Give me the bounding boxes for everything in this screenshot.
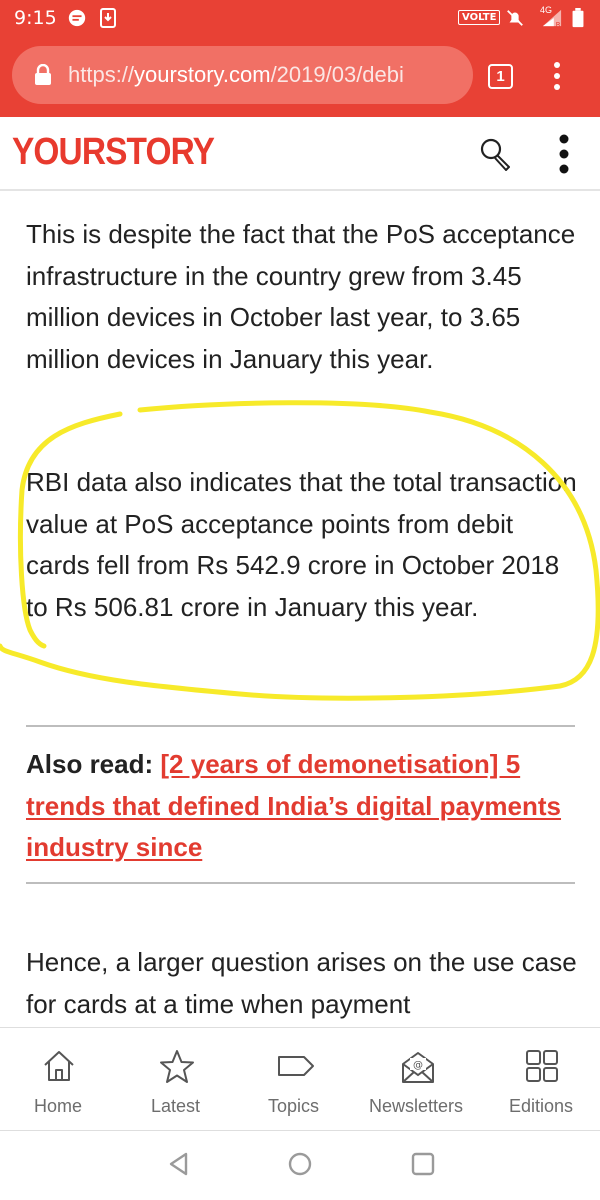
lock-icon xyxy=(35,64,51,85)
recents-icon[interactable] xyxy=(410,1151,436,1177)
nav-item-latest[interactable]: Latest xyxy=(118,1028,236,1132)
url-host: yourstory.com xyxy=(134,62,271,87)
mail-icon: @ xyxy=(402,1052,434,1083)
site-menu-icon[interactable] xyxy=(557,134,571,174)
home-icon xyxy=(44,1051,74,1081)
nav-label-editions: Editions xyxy=(509,1096,574,1116)
mute-icon xyxy=(507,10,523,26)
divider xyxy=(26,725,575,727)
tab-switcher-button[interactable]: 1 xyxy=(488,64,513,89)
browser-toolbar: https://yourstory.com/2019/03/debi 1 xyxy=(0,36,600,117)
also-read: Also read: [2 years of demonetisation] 5… xyxy=(26,744,582,869)
signal-icon: R xyxy=(542,9,562,28)
url-path: /2019/03/debi xyxy=(270,62,404,87)
highlight-circle xyxy=(0,400,600,701)
nav-item-newsletters[interactable]: @ Newsletters xyxy=(354,1028,482,1132)
url-scheme: https:// xyxy=(68,62,135,87)
article-paragraph: Hence, a larger question arises on the u… xyxy=(26,947,577,1019)
volte-badge: VOLTE xyxy=(458,10,501,25)
nav-label-topics: Topics xyxy=(268,1096,320,1116)
nav-item-topics[interactable]: Topics xyxy=(236,1028,354,1132)
back-icon[interactable] xyxy=(166,1151,192,1177)
bottom-nav: Home Latest Topics @ Newsletters Edition… xyxy=(0,1027,600,1131)
system-nav-bar xyxy=(0,1131,600,1200)
divider xyxy=(26,882,575,884)
also-read-label: Also read: xyxy=(26,749,154,779)
site-header: YOURSTORY xyxy=(0,117,600,191)
svg-text:@: @ xyxy=(413,1060,423,1071)
url-bar[interactable]: https://yourstory.com/2019/03/debi xyxy=(12,46,473,104)
nav-item-home[interactable]: Home xyxy=(0,1028,118,1132)
star-icon xyxy=(160,1050,194,1083)
article-paragraph: This is despite the fact that the PoS ac… xyxy=(26,219,576,374)
download-icon xyxy=(100,8,116,28)
browser-menu-icon[interactable] xyxy=(552,61,562,91)
svg-text:R: R xyxy=(556,20,561,28)
battery-icon xyxy=(572,8,584,28)
nav-item-editions[interactable]: Editions xyxy=(482,1028,600,1132)
status-bar: 9:15 VOLTE 4G R xyxy=(0,0,600,36)
tag-icon xyxy=(278,1056,314,1076)
message-icon xyxy=(68,9,86,27)
nav-label-home: Home xyxy=(34,1096,83,1116)
nav-label-latest: Latest xyxy=(151,1096,201,1116)
site-logo[interactable]: YOURSTORY xyxy=(12,131,215,174)
status-time: 9:15 xyxy=(14,7,57,29)
grid-icon xyxy=(526,1050,558,1082)
home-button-icon[interactable] xyxy=(287,1151,313,1177)
nav-label-newsletters: Newsletters xyxy=(369,1096,464,1116)
url-text[interactable]: https://yourstory.com/2019/03/debi xyxy=(68,62,466,88)
search-icon[interactable] xyxy=(478,136,514,172)
